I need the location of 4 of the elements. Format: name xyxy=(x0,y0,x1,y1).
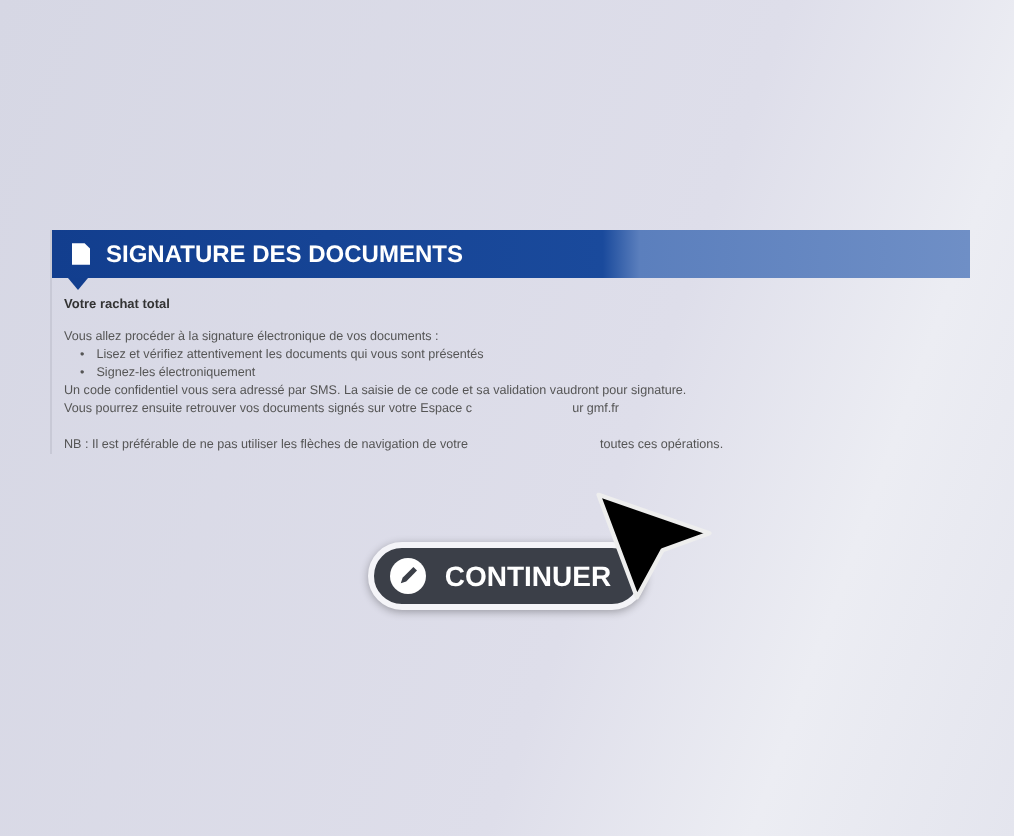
document-icon xyxy=(72,242,90,266)
pencil-icon xyxy=(390,558,427,594)
header-tail xyxy=(68,278,88,290)
section-title: SIGNATURE DES DOCUMENTS xyxy=(106,240,463,268)
